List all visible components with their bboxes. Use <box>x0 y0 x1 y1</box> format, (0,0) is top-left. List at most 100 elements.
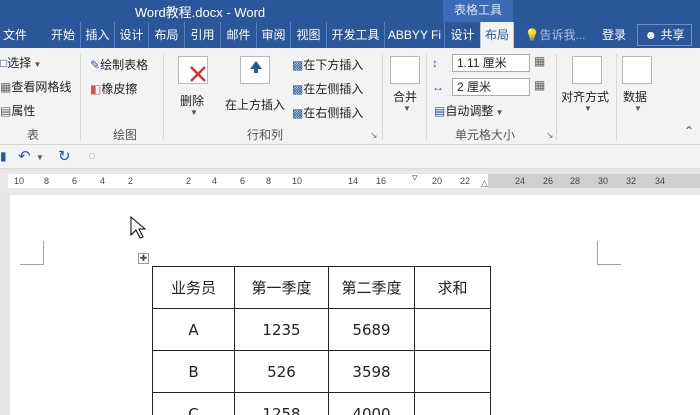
select-button[interactable]: □选择 ▼ <box>0 54 41 71</box>
tab-view[interactable]: 视图 <box>290 22 326 48</box>
tab-table-layout[interactable]: 布局 <box>480 22 514 48</box>
table-row: C 1258 4000 <box>152 392 491 415</box>
table-cell[interactable]: B <box>152 350 235 393</box>
insert-above-button[interactable]: 在上方插入 <box>222 54 288 120</box>
table-cell[interactable] <box>414 392 491 415</box>
merge-cells-icon <box>390 56 420 84</box>
group-separator <box>616 54 617 140</box>
ribbon-tab-row: 文件 开始 插入 设计 布局 引用 邮件 审阅 视图 开发工具 ABBYY Fi… <box>0 22 700 48</box>
insert-right-button[interactable]: ▩在右侧插入 <box>292 104 363 121</box>
share-label: 共享 <box>660 28 685 42</box>
table-cell[interactable]: 3598 <box>328 350 415 393</box>
arrow-up-icon <box>250 61 262 73</box>
horizontal-ruler[interactable]: 10 8 6 4 2 2 4 6 8 10 14 16 20 22 24 26 … <box>0 171 700 191</box>
tab-layout-page[interactable]: 布局 <box>148 22 184 48</box>
tab-review[interactable]: 审阅 <box>256 22 290 48</box>
redo-icon[interactable]: ↻ <box>58 147 71 165</box>
ruler-tick: 2 <box>186 176 192 186</box>
table-cell[interactable]: 业务员 <box>152 266 235 309</box>
table-cell[interactable]: C <box>152 392 235 415</box>
insert-left-label: 在左侧插入 <box>303 82 364 96</box>
table-cell[interactable]: 求和 <box>414 266 491 309</box>
row-height-field[interactable]: 1.11 厘米 <box>452 54 530 72</box>
undo-icon[interactable]: ↶ <box>18 147 31 165</box>
share-button[interactable]: ☻ 共享 <box>637 24 692 46</box>
distribute-rows-icon[interactable]: ▦ <box>534 54 545 68</box>
tell-me-text: 告诉我... <box>539 28 586 42</box>
table-cell[interactable]: 526 <box>234 350 329 393</box>
tab-insert[interactable]: 插入 <box>80 22 114 48</box>
autofit-label: 自动调整 <box>445 104 494 118</box>
ruler-tick: 22 <box>460 176 471 186</box>
group-separator <box>382 54 383 140</box>
eraser-icon: ◧ <box>90 82 102 96</box>
alignment-label: 对齐方式 <box>561 90 610 104</box>
table-cell[interactable]: 5689 <box>328 308 415 351</box>
tab-stop-icon[interactable]: △ <box>481 178 488 189</box>
tab-references[interactable]: 引用 <box>184 22 220 48</box>
table-cell[interactable]: 第一季度 <box>234 266 329 309</box>
undo-dropdown-icon[interactable]: ▼ <box>36 153 44 162</box>
properties-button[interactable]: ▤属性 <box>0 102 35 119</box>
eraser-label: 橡皮擦 <box>101 82 138 96</box>
indent-marker-icon[interactable]: ▿ <box>412 171 418 184</box>
data-button[interactable]: 数据 ▼ <box>620 54 656 120</box>
table-move-handle-icon[interactable]: ✚ <box>138 253 149 264</box>
properties-icon: ▤ <box>0 104 12 118</box>
sign-in-link[interactable]: 登录 <box>596 22 632 48</box>
group-separator <box>80 54 81 140</box>
properties-label: 属性 <box>11 104 36 118</box>
tab-file[interactable]: 文件 <box>0 22 30 48</box>
table-cell[interactable]: 1235 <box>234 308 329 351</box>
ruler-tick: 2 <box>128 176 134 186</box>
dialog-launcher-icon[interactable]: ↘ <box>370 130 378 141</box>
column-width-field[interactable]: 2 厘米 <box>452 78 530 96</box>
draw-table-label: 绘制表格 <box>100 58 149 72</box>
tab-developer[interactable]: 开发工具 <box>326 22 384 48</box>
tab-table-design[interactable]: 设计 <box>444 22 480 48</box>
insert-below-label: 在下方插入 <box>303 58 364 72</box>
lightbulb-icon: 💡 <box>524 28 540 42</box>
autofit-button[interactable]: ▤自动调整 ▼ <box>434 102 504 119</box>
ruler-tick: 10 <box>292 176 303 186</box>
alignment-button[interactable]: 对齐方式 ▼ <box>560 54 616 120</box>
table-cell[interactable]: 第二季度 <box>328 266 415 309</box>
ruler-tick: 16 <box>376 176 387 186</box>
document-table[interactable]: 业务员 第一季度 第二季度 求和 A 1235 5689 B 526 3598 … <box>152 266 491 415</box>
delete-table-icon <box>178 56 208 84</box>
table-cell[interactable] <box>414 350 491 393</box>
tab-mailings[interactable]: 邮件 <box>220 22 256 48</box>
collapse-ribbon-icon[interactable]: ⌃ <box>684 124 694 138</box>
dialog-launcher-icon[interactable]: ↘ <box>546 130 554 141</box>
insert-left-button[interactable]: ▩在左侧插入 <box>292 80 363 97</box>
circle-icon[interactable]: ○ <box>88 147 96 163</box>
tell-me-box[interactable]: 💡告诉我... <box>520 22 590 48</box>
chevron-down-icon: ▼ <box>634 104 642 113</box>
table-cell[interactable]: 4000 <box>328 392 415 415</box>
draw-table-button[interactable]: ✎绘制表格 <box>90 56 148 73</box>
person-icon: ☻ <box>644 28 658 42</box>
ruler-tick: 4 <box>100 176 106 186</box>
save-icon[interactable]: ▮ <box>0 149 7 163</box>
view-gridlines-button[interactable]: ▦查看网格线 <box>0 78 71 95</box>
merge-button[interactable]: 合并 ▼ <box>388 54 424 120</box>
ruler-tick: 14 <box>348 176 359 186</box>
chevron-down-icon: ▼ <box>403 104 411 113</box>
distribute-columns-icon[interactable]: ▦ <box>534 78 545 92</box>
table-cell[interactable]: A <box>152 308 235 351</box>
table-cell[interactable]: 1258 <box>234 392 329 415</box>
ruler-tick: 8 <box>266 176 272 186</box>
group-separator <box>163 54 164 140</box>
chevron-down-icon: ▼ <box>493 108 504 117</box>
insert-below-button[interactable]: ▩在下方插入 <box>292 56 363 73</box>
eraser-button[interactable]: ◧橡皮擦 <box>90 80 137 97</box>
table-cell[interactable] <box>414 308 491 351</box>
group-separator <box>426 54 427 140</box>
tab-design[interactable]: 设计 <box>114 22 148 48</box>
chevron-down-icon: ▼ <box>31 60 42 69</box>
tab-home[interactable]: 开始 <box>46 22 80 48</box>
delete-button[interactable]: 删除 ▼ <box>172 54 214 120</box>
ruler-tick: 32 <box>626 176 637 186</box>
gridlines-icon: ▦ <box>0 80 12 94</box>
tab-abbyy[interactable]: ABBYY Fi <box>384 22 444 48</box>
